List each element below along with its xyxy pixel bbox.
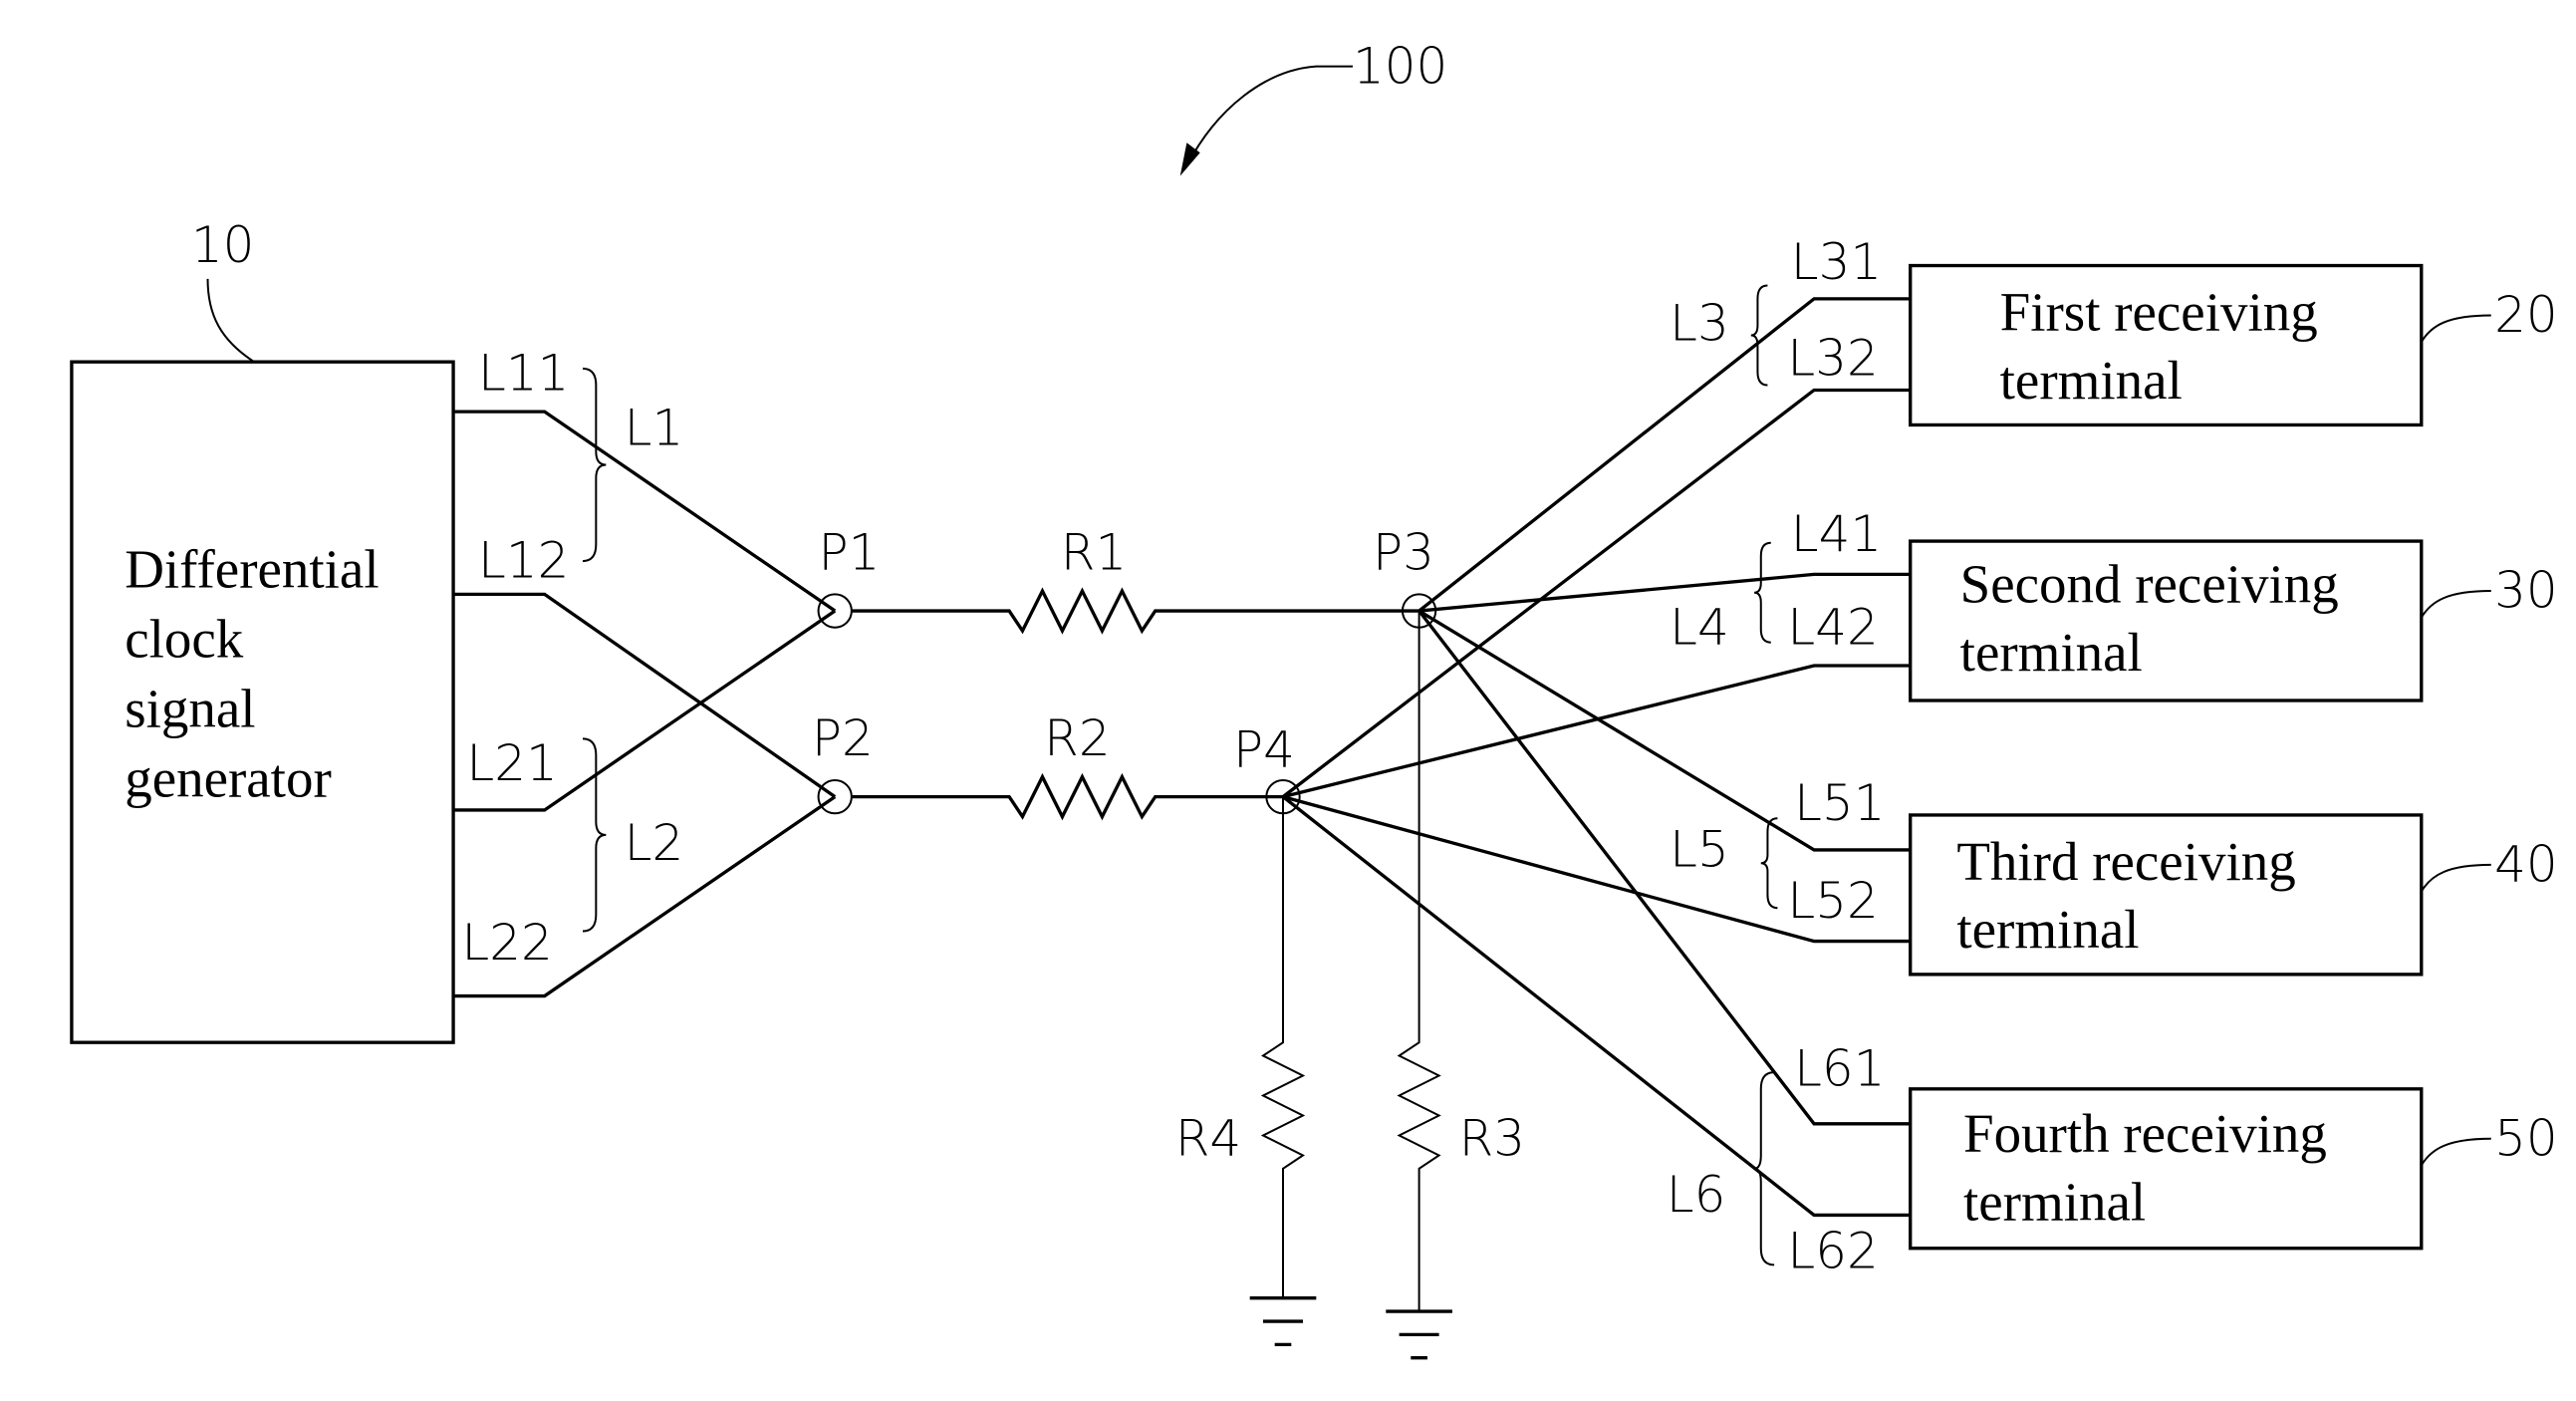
rx2-line-1: Second receiving bbox=[1960, 554, 2339, 615]
ref-100-leader bbox=[1185, 65, 1353, 167]
label-L51: L51 bbox=[1794, 774, 1885, 832]
rx1-line-2: terminal bbox=[2000, 350, 2183, 411]
ground-icon bbox=[1249, 1296, 1452, 1360]
brace-L2 bbox=[582, 737, 607, 933]
label-L32: L32 bbox=[1787, 329, 1878, 387]
label-R3: R3 bbox=[1459, 1109, 1526, 1167]
receiver-30: Second receiving terminal 30 L41 L42 L4 bbox=[1670, 505, 2558, 702]
label-P2: P2 bbox=[812, 709, 874, 767]
rx4-line-2: terminal bbox=[1963, 1171, 2146, 1232]
rx3-ref: 40 bbox=[2494, 836, 2558, 894]
label-R2: R2 bbox=[1044, 709, 1111, 767]
label-L12: L12 bbox=[478, 532, 569, 590]
gen-line-2: clock bbox=[125, 609, 244, 670]
rx2-line-2: terminal bbox=[1960, 622, 2143, 683]
rx4-line-1: Fourth receiving bbox=[1963, 1103, 2327, 1164]
input-wires bbox=[453, 410, 837, 998]
label-L62: L62 bbox=[1787, 1223, 1878, 1280]
generator-ref: 10 bbox=[191, 216, 255, 274]
label-L5: L5 bbox=[1670, 821, 1729, 879]
rx2-ref: 30 bbox=[2494, 562, 2558, 620]
resistor-R1 bbox=[851, 587, 1419, 635]
label-R4: R4 bbox=[1175, 1109, 1242, 1167]
receiver-50: Fourth receiving terminal 50 L61 L62 L6 bbox=[1667, 1039, 2558, 1279]
label-L61: L61 bbox=[1794, 1039, 1885, 1097]
brace-L1 bbox=[582, 367, 607, 563]
resistor-R4 bbox=[1260, 796, 1306, 1298]
label-L42: L42 bbox=[1787, 598, 1878, 656]
label-L3: L3 bbox=[1670, 295, 1729, 353]
receiver-40: Third receiving terminal 40 L51 L52 L5 bbox=[1670, 774, 2558, 977]
ref-100-label: 100 bbox=[1353, 37, 1447, 95]
label-L6: L6 bbox=[1667, 1166, 1726, 1224]
label-L31: L31 bbox=[1791, 233, 1882, 291]
resistor-R2 bbox=[851, 772, 1284, 821]
label-L1: L1 bbox=[625, 399, 684, 456]
rx4-ref: 50 bbox=[2494, 1109, 2558, 1167]
label-L2: L2 bbox=[625, 814, 684, 872]
receiver-20: First receiving terminal 20 L31 L32 L3 bbox=[1670, 233, 2558, 427]
label-P3: P3 bbox=[1373, 523, 1434, 581]
gen-line-1: Differential bbox=[125, 539, 379, 600]
label-L41: L41 bbox=[1791, 505, 1882, 563]
label-L22: L22 bbox=[461, 914, 552, 972]
circuit-diagram: 100 10 Differential clock signal generat… bbox=[70, 37, 2558, 1360]
gen-line-4: generator bbox=[125, 748, 332, 809]
rx3-line-1: Third receiving bbox=[1956, 831, 2295, 892]
label-P1: P1 bbox=[819, 523, 881, 581]
rx3-line-2: terminal bbox=[1956, 899, 2139, 960]
resistor-R3 bbox=[1397, 611, 1441, 1312]
label-P4: P4 bbox=[1233, 721, 1295, 779]
label-L11: L11 bbox=[478, 344, 569, 402]
gen-line-3: signal bbox=[125, 679, 255, 739]
label-L21: L21 bbox=[466, 734, 557, 792]
rx1-ref: 20 bbox=[2494, 286, 2558, 344]
label-L52: L52 bbox=[1787, 872, 1878, 930]
rx1-line-1: First receiving bbox=[2000, 282, 2318, 343]
generator-block: 10 Differential clock signal generator bbox=[70, 216, 455, 1044]
label-R1: R1 bbox=[1061, 523, 1128, 581]
label-L4: L4 bbox=[1670, 598, 1729, 656]
